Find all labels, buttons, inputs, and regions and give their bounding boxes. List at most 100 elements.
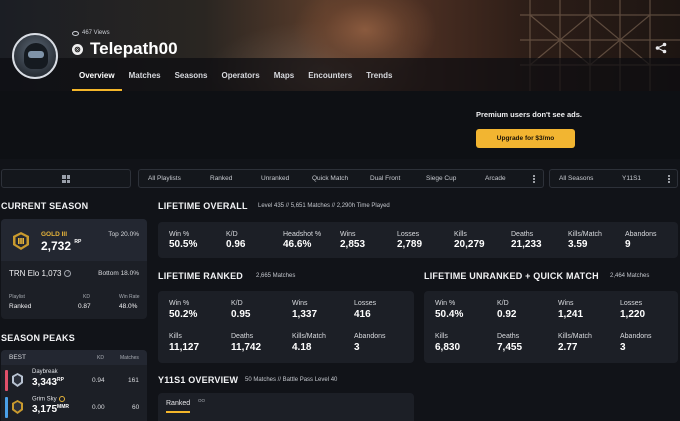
list-item[interactable]: Grim Sky 3,175MMR 0.00 60 [1,394,147,421]
tab-trends[interactable]: Trends [359,64,399,91]
stat-value: 416 [354,309,371,320]
platform-icon: ⊚ [72,44,83,55]
stat-label: Headshot % [283,231,322,238]
elo-bottom-percent: Bottom 18.0% [98,270,139,277]
stat-label: Kills [454,231,467,238]
playlist-quick-match[interactable]: Quick Match [312,175,348,182]
season-peaks-title: SEASON PEAKS [1,333,75,343]
stat-value: 2.77 [558,342,578,353]
kd-value: 0.87 [78,303,91,310]
stat-label: Losses [354,300,377,307]
trn-elo-text: TRN Elo 1,073 [9,269,62,278]
current-season-card: GOLD III 2,732 RP Top 20.0% TRN Elo 1,07… [1,219,147,319]
peak-rp-unit: MMR [57,404,69,410]
stat-label: Kills [435,333,448,340]
rank-rp: 2,732 RP [41,239,81,253]
y11s1-overview-title: Y11S1 OVERVIEW [158,375,239,385]
username: Telepath00 [90,39,178,58]
tab-ranked[interactable]: Ranked [166,400,191,413]
playlist-ranked[interactable]: Ranked [210,175,232,182]
current-season-title: CURRENT SEASON [1,201,89,211]
avatar[interactable] [12,33,58,79]
stat-value: 2,853 [340,239,366,250]
stat-label: Deaths [497,333,520,340]
playlist-arcade[interactable]: Arcade [485,175,506,182]
season-filter-value: Y11S1 [622,175,642,182]
tab-matches[interactable]: Matches [122,64,168,91]
stat-value: 21,233 [511,239,542,250]
lifetime-ranked-title: LIFETIME RANKED [158,271,243,281]
peak-season-color [5,397,8,418]
peak-rp: 3,343RP [32,377,64,388]
peak-rp-value: 3,175 [32,404,58,415]
peak-season-name: Daybreak [32,369,58,375]
stat-label: Deaths [511,231,534,238]
stat-value: 0.92 [497,309,517,320]
lifetime-unranked-meta: 2,464 Matches [610,273,650,279]
peak-season-color [5,370,8,391]
stat-label: Losses [620,300,643,307]
tab-seasons[interactable]: Seasons [168,64,215,91]
rank-name: GOLD III [41,231,67,238]
trn-elo: TRN Elo 1,073 ? [9,269,72,278]
peak-kd: 0.94 [92,377,105,384]
peak-rp: 3,175MMR [32,404,69,415]
season-peaks-header: BEST KD Matches [1,350,147,365]
stat-value: 20,279 [454,239,485,250]
peak-season-name: Grim Sky [32,396,65,403]
stat-label: Abandons [620,333,652,340]
profile-nav: Overview Matches Seasons Operators Maps … [72,64,399,91]
winrate-value: 48.0% [119,303,138,310]
tab-operators[interactable]: Operators [215,64,267,91]
ad-area [0,91,680,159]
peaks-matches-head: Matches [120,355,139,361]
view-count-text: 467 Views [82,30,110,36]
stat-label: Wins [340,231,356,238]
peak-matches: 161 [128,377,139,384]
stat-label: Abandons [354,333,386,340]
tab-encounters[interactable]: Encounters [301,64,359,91]
avatar-visor-shape [28,51,44,58]
peak-rp-value: 3,343 [32,377,58,388]
playlist-head: Playlist [9,294,25,300]
view-count: 467 Views [72,30,110,36]
stat-value: 50.5% [169,239,198,250]
peak-matches: 60 [132,404,140,411]
stat-value: 4.18 [292,342,312,353]
playlist-dual-front[interactable]: Dual Front [370,175,400,182]
stat-label: Wins [292,300,308,307]
y11s1-overview-card: Ranked OO [158,393,414,421]
tab-overview[interactable]: Overview [72,64,122,91]
stat-value: 3.59 [568,239,588,250]
stat-value: 2,789 [397,239,423,250]
playlist-more-icon[interactable] [529,173,539,185]
peaks-kd-head: KD [97,355,104,361]
stat-label: Abandons [625,231,657,238]
list-item[interactable]: Daybreak 3,343RP 0.94 161 [1,367,147,394]
ad-message: Premium users don't see ads. [476,110,582,119]
upgrade-button[interactable]: Upgrade for $3/mo [476,129,575,148]
winrate-head: Win Rate [119,294,140,300]
playlist-unranked[interactable]: Unranked [261,175,289,182]
info-icon[interactable]: ? [64,270,72,277]
season-filter-label: All Seasons [559,175,594,182]
tab-maps[interactable]: Maps [267,64,301,91]
platform-filter[interactable] [1,169,131,188]
stat-value: 7,455 [497,342,523,353]
stat-label: Kills [169,333,182,340]
lifetime-overall-title: LIFETIME OVERALL [158,201,248,211]
best-label: BEST [9,354,26,361]
season-filter[interactable]: All Seasons Y11S1 [549,169,678,188]
stat-value: 50.2% [169,309,198,320]
kd-head: KD [83,294,90,300]
lifetime-ranked-card: Win % 50.2% K/D 0.95 Wins 1,337 Losses 4… [158,291,414,363]
playlist-all[interactable]: All Playlists [148,175,181,182]
season-more-icon[interactable] [664,173,674,185]
stat-label: Deaths [231,333,254,340]
lifetime-unranked-title: LIFETIME UNRANKED + QUICK MATCH [424,271,599,281]
rank-rp-value: 2,732 [41,239,72,253]
stat-value: 0.95 [231,309,251,320]
playlist-value: Ranked [9,303,32,310]
playlist-siege-cup[interactable]: Siege Cup [426,175,456,182]
share-icon[interactable] [655,42,667,54]
